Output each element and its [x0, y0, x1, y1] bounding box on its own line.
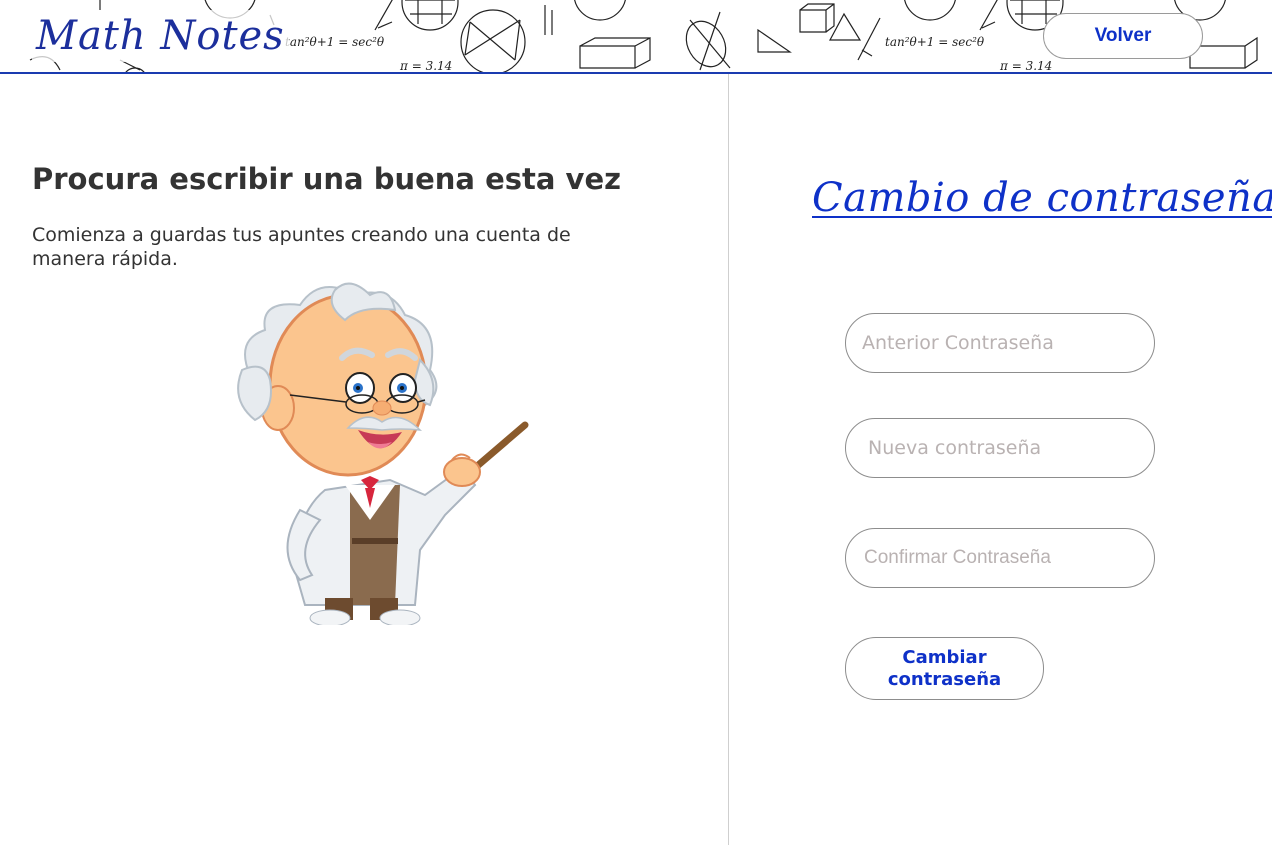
professor-illustration	[237, 282, 529, 625]
vertical-divider	[728, 74, 729, 845]
confirm-password-field[interactable]	[845, 528, 1155, 588]
change-password-title[interactable]: Cambio de contraseña	[812, 175, 1272, 221]
back-button[interactable]: Volver	[1043, 13, 1203, 59]
formula-text: tan²θ+1 = sec²θ	[885, 35, 985, 49]
formula-text: π = 3.14	[999, 59, 1052, 72]
welcome-description: Comienza a guardas tus apuntes creando u…	[32, 224, 571, 270]
header: tan²θ+1 = sec²θ π = 3.14 tan²θ+1 = sec²θ…	[0, 0, 1272, 74]
formula-text: tan²θ+1 = sec²θ	[285, 35, 385, 49]
old-password-field[interactable]	[845, 313, 1155, 373]
welcome-heading: Procura escribir una buena esta vez	[32, 162, 621, 196]
formula-text: π = 3.14	[399, 59, 452, 72]
new-password-field[interactable]	[845, 418, 1155, 478]
app-logo[interactable]: Math Notes	[32, 10, 289, 62]
change-password-button[interactable]: Cambiar contraseña	[845, 637, 1044, 700]
